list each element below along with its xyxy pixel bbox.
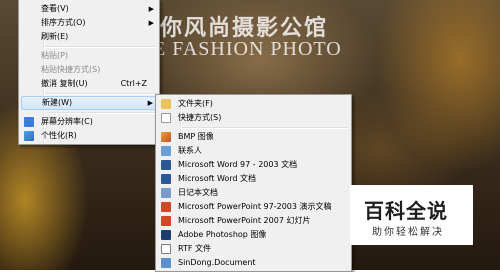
brand-subtitle: 助你轻松解决 xyxy=(372,227,444,238)
submenu-arrow-icon: ▶ xyxy=(147,99,153,107)
powerpoint-icon xyxy=(161,216,171,226)
brand-title: 百科全说 xyxy=(364,199,448,223)
menu-item-label: 刷新(E) xyxy=(41,32,69,41)
submenu-item-shortcut[interactable]: 快捷方式(S) xyxy=(158,111,349,125)
word-icon xyxy=(161,160,171,170)
word-icon xyxy=(161,174,171,184)
menu-separator xyxy=(45,112,157,114)
submenu-item-rtf[interactable]: RTF 文件 xyxy=(158,242,349,256)
menu-item-new[interactable]: 新建(W) ▶ xyxy=(21,96,157,110)
monitor-icon xyxy=(24,117,34,127)
menu-item-view[interactable]: 查看(V) ▶ xyxy=(21,2,157,16)
submenu-item-folder[interactable]: 文件夹(F) xyxy=(158,97,349,111)
submenu-item-journal[interactable]: 日记本文档 xyxy=(158,186,349,200)
menu-item-label: 粘贴(P) xyxy=(41,51,69,60)
folder-icon xyxy=(161,99,171,109)
menu-item-label: 屏幕分辨率(C) xyxy=(41,117,93,126)
menu-separator xyxy=(45,46,157,48)
submenu-item-label: Adobe Photoshop 图像 xyxy=(178,230,267,239)
submenu-item-label: Microsoft Word 文档 xyxy=(178,174,257,183)
submenu-item-contact[interactable]: 联系人 xyxy=(158,144,349,158)
new-submenu: 文件夹(F) 快捷方式(S) BMP 图像 联系人 Microsoft Word… xyxy=(155,94,352,272)
menu-item-label: 新建(W) xyxy=(42,98,73,107)
submenu-item-bmp[interactable]: BMP 图像 xyxy=(158,130,349,144)
submenu-item-label: 快捷方式(S) xyxy=(178,113,222,122)
submenu-item-sindong[interactable]: SinDong.Document xyxy=(158,256,349,270)
submenu-item-ppt-97[interactable]: Microsoft PowerPoint 97-2003 演示文稿 xyxy=(158,200,349,214)
submenu-item-word[interactable]: Microsoft Word 文档 xyxy=(158,172,349,186)
bmp-icon xyxy=(161,132,171,142)
menu-item-paste: 粘贴(P) xyxy=(21,49,157,63)
submenu-arrow-icon: ▶ xyxy=(148,19,154,27)
submenu-item-label: Microsoft PowerPoint 2007 幻灯片 xyxy=(178,216,311,225)
submenu-item-ppt-2007[interactable]: Microsoft PowerPoint 2007 幻灯片 xyxy=(158,214,349,228)
menu-item-sort-by[interactable]: 排序方式(O) ▶ xyxy=(21,16,157,30)
menu-item-label: 查看(V) xyxy=(41,4,69,13)
brand-watermark: 百科全说 助你轻松解决 xyxy=(350,185,473,245)
submenu-arrow-icon: ▶ xyxy=(148,5,154,13)
shortcut-icon xyxy=(161,113,171,123)
menu-item-paste-shortcut: 粘贴快捷方式(S) xyxy=(21,63,157,77)
menu-item-shortcut: Ctrl+Z xyxy=(120,79,147,88)
desktop-context-menu: 查看(V) ▶ 排序方式(O) ▶ 刷新(E) 粘贴(P) 粘贴快捷方式(S) … xyxy=(18,0,160,145)
submenu-item-word-97[interactable]: Microsoft Word 97 - 2003 文档 xyxy=(158,158,349,172)
powerpoint-icon xyxy=(161,202,171,212)
menu-item-screen-resolution[interactable]: 屏幕分辨率(C) xyxy=(21,115,157,129)
journal-icon xyxy=(161,188,171,198)
menu-item-refresh[interactable]: 刷新(E) xyxy=(21,30,157,44)
submenu-item-photoshop[interactable]: Adobe Photoshop 图像 xyxy=(158,228,349,242)
menu-item-label: 个性化(R) xyxy=(41,131,77,140)
submenu-item-label: RTF 文件 xyxy=(178,244,212,253)
submenu-item-label: 日记本文档 xyxy=(178,188,218,197)
personalize-icon xyxy=(24,131,34,141)
document-icon xyxy=(161,258,171,268)
menu-item-label: 撤消 复制(U) xyxy=(41,79,88,88)
submenu-item-label: Microsoft PowerPoint 97-2003 演示文稿 xyxy=(178,202,332,211)
rtf-icon xyxy=(161,244,171,254)
submenu-item-label: BMP 图像 xyxy=(178,132,214,141)
submenu-item-label: 文件夹(F) xyxy=(178,99,213,108)
contact-icon xyxy=(161,146,171,156)
submenu-item-label: 联系人 xyxy=(178,146,202,155)
menu-item-label: 粘贴快捷方式(S) xyxy=(41,65,101,74)
menu-item-personalize[interactable]: 个性化(R) xyxy=(21,129,157,143)
submenu-item-label: Microsoft Word 97 - 2003 文档 xyxy=(178,160,298,169)
submenu-item-label: SinDong.Document xyxy=(178,258,256,267)
menu-item-label: 排序方式(O) xyxy=(41,18,86,27)
menu-separator xyxy=(182,127,349,129)
menu-separator xyxy=(45,93,157,95)
menu-item-undo-copy[interactable]: 撤消 复制(U) Ctrl+Z xyxy=(21,77,157,91)
photoshop-icon xyxy=(161,230,171,240)
watermark-english: E FASHION PHOTO xyxy=(153,38,342,60)
